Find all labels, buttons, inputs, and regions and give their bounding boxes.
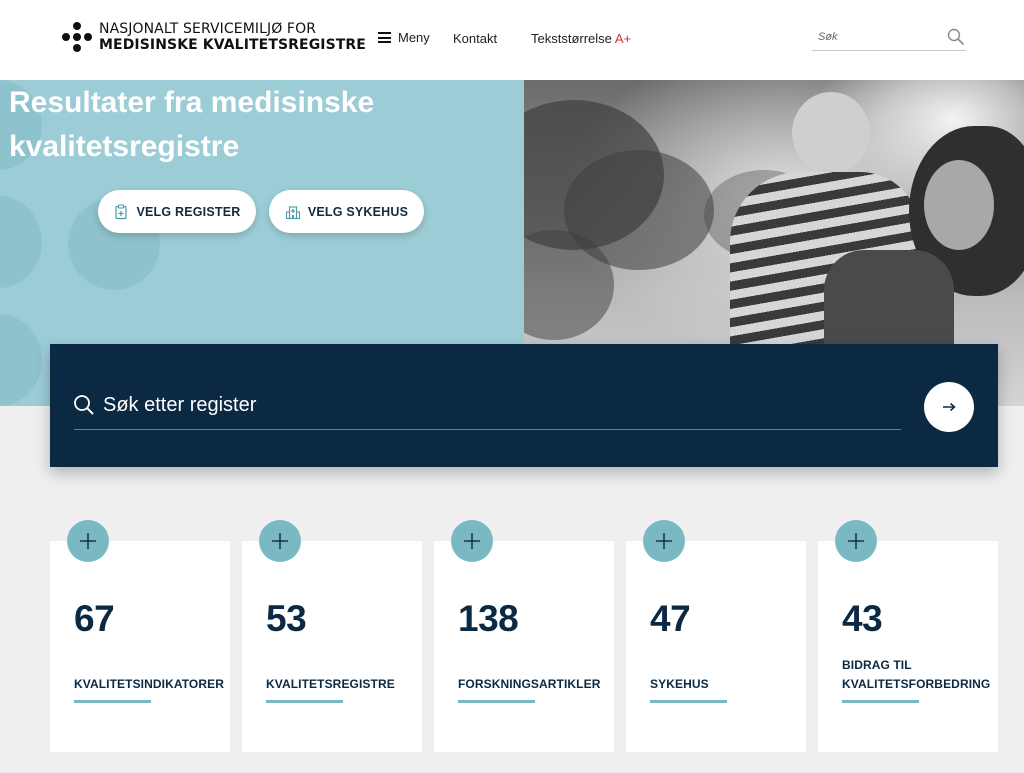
plus-icon — [848, 533, 864, 549]
site-header: NASJONALT SERVICEMILJØ FOR MEDISINSKE KV… — [0, 0, 1024, 80]
search-icon — [74, 395, 94, 415]
header-search — [812, 26, 966, 51]
menu-label: Meny — [398, 30, 430, 45]
search-submit-button[interactable] — [924, 382, 974, 432]
expand-quality-registers-button[interactable] — [259, 520, 301, 562]
logo-line-2: MEDISINSKE KVALITETSREGISTRE — [99, 37, 366, 53]
expand-research-articles-button[interactable] — [451, 520, 493, 562]
text-size-label: Tekststørrelse — [531, 31, 612, 46]
hero-title: Resultater fra medisinske kvalitetsregis… — [9, 81, 509, 169]
stat-card-research-articles[interactable]: 138 FORSKNINGSARTIKLER — [434, 541, 614, 752]
hero-title-line-1: Resultater fra medisinske — [9, 86, 375, 119]
search-icon[interactable] — [947, 28, 965, 46]
register-search-input[interactable] — [103, 391, 893, 419]
logo-text: NASJONALT SERVICEMILJØ FOR MEDISINSKE KV… — [99, 21, 366, 53]
site-logo[interactable]: NASJONALT SERVICEMILJØ FOR MEDISINSKE KV… — [62, 21, 366, 53]
expand-hospitals-button[interactable] — [643, 520, 685, 562]
select-hospital-label: VELG SYKEHUS — [307, 204, 409, 219]
hero-title-line-2: kvalitetsregistre — [9, 130, 240, 163]
stat-label: FORSKNINGSARTIKLER — [458, 677, 601, 691]
stat-number: 67 — [74, 598, 115, 639]
select-register-label: VELG REGISTER — [136, 204, 241, 219]
plus-icon — [656, 533, 672, 549]
register-search-panel — [50, 344, 998, 467]
stat-card-quality-registers[interactable]: 53 KVALITETSREGISTRE — [242, 541, 422, 752]
decorative-circle — [0, 196, 42, 288]
stat-card-quality-indicators[interactable]: 67 KVALITETSINDIKATORER — [50, 541, 230, 752]
stat-underline — [74, 700, 151, 703]
expand-quality-indicators-button[interactable] — [67, 520, 109, 562]
header-search-input[interactable] — [812, 26, 932, 48]
decorative-circle — [0, 314, 42, 406]
logo-line-1: NASJONALT SERVICEMILJØ FOR — [99, 21, 317, 37]
plus-icon — [80, 533, 96, 549]
logo-dots-icon — [62, 22, 92, 52]
plus-icon — [464, 533, 480, 549]
text-size-increase: A+ — [614, 31, 632, 46]
stat-number: 53 — [266, 598, 307, 639]
select-hospital-button[interactable]: VELG SYKEHUS — [269, 190, 424, 233]
stat-number: 43 — [842, 598, 883, 639]
stat-underline — [458, 700, 535, 703]
menu-button[interactable]: Meny — [378, 30, 430, 45]
hamburger-icon — [378, 32, 391, 43]
plus-icon — [272, 533, 288, 549]
stat-number: 47 — [650, 598, 691, 639]
hospital-icon — [285, 205, 300, 219]
stat-underline — [266, 700, 343, 703]
search-underline — [74, 429, 901, 430]
select-register-button[interactable]: VELG REGISTER — [98, 190, 256, 233]
stat-underline — [650, 700, 727, 703]
stat-label: BIDRAG TIL KVALITETSFORBEDRING — [842, 658, 991, 691]
stat-label: KVALITETSINDIKATORER — [74, 677, 225, 691]
expand-quality-improvement-button[interactable] — [835, 520, 877, 562]
stat-label: KVALITETSREGISTRE — [266, 677, 395, 691]
stat-underline — [842, 700, 919, 703]
stat-card-hospitals[interactable]: 47 SYKEHUS — [626, 541, 806, 752]
contact-link[interactable]: Kontakt — [453, 31, 497, 46]
stat-label: SYKEHUS — [650, 677, 709, 691]
text-size-toggle[interactable]: Tekststørrelse A+ — [531, 31, 631, 46]
clipboard-plus-icon — [115, 203, 128, 219]
stat-number: 138 — [458, 598, 519, 639]
arrow-right-icon — [943, 402, 956, 412]
stat-card-quality-improvement[interactable]: 43 BIDRAG TIL KVALITETSFORBEDRING — [818, 541, 998, 752]
